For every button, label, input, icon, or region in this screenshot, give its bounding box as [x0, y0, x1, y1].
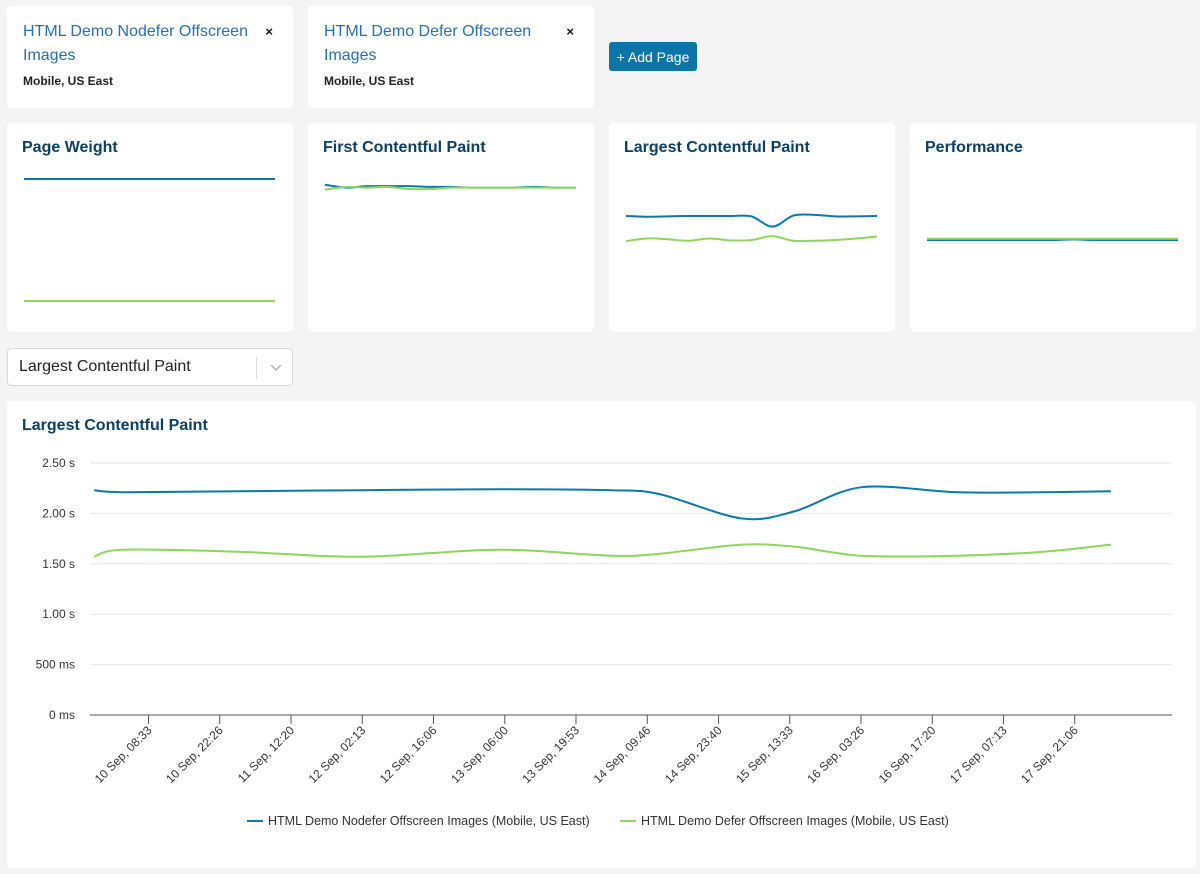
- page-location: Mobile, US East: [23, 74, 114, 88]
- data-point[interactable]: [788, 505, 800, 517]
- x-tick-label: 13 Sep, 06:00: [448, 723, 511, 786]
- main-chart-card: Largest Contentful Paint 0 ms 500 ms 1.00 …: [7, 401, 1196, 868]
- data-point[interactable]: [88, 484, 100, 496]
- sparkline-chart: [324, 183, 577, 191]
- y-tick-label: 1.00 s: [42, 607, 75, 621]
- x-tick-label: 14 Sep, 23:40: [662, 723, 725, 786]
- page-card-nodefer: HTML Demo Nodefer Offscreen Images Mobil…: [7, 6, 293, 108]
- legend-item-1[interactable]: HTML Demo Nodefer Offscreen Images (Mobi…: [247, 814, 590, 828]
- data-point[interactable]: [1038, 546, 1050, 558]
- data-point[interactable]: [736, 539, 748, 551]
- data-point[interactable]: [232, 546, 244, 558]
- legend-label: HTML Demo Nodefer Offscreen Images (Mobi…: [268, 814, 590, 828]
- page-location: Mobile, US East: [324, 74, 415, 88]
- line-chart: 0 ms 500 ms 1.00 s 1.50 s 2.00 s 2.50 s 10 Sep…: [36, 456, 1172, 828]
- sparkline-chart: [625, 213, 878, 243]
- sparkline-card-page-weight[interactable]: Page Weight: [7, 123, 293, 331]
- chevron-down-icon[interactable]: [266, 357, 286, 377]
- data-point[interactable]: [88, 551, 100, 563]
- data-point[interactable]: [788, 541, 800, 553]
- x-tick-label: 14 Sep, 09:46: [591, 723, 654, 786]
- data-point[interactable]: [491, 483, 503, 495]
- select-divider: [256, 357, 257, 379]
- data-point[interactable]: [654, 548, 666, 560]
- y-tick-label: 500 ms: [36, 658, 75, 672]
- x-tick-label: 10 Sep, 22:26: [163, 723, 226, 786]
- x-tick-label: 12 Sep, 16:06: [377, 723, 440, 786]
- data-point[interactable]: [117, 544, 129, 556]
- x-tick-label: 16 Sep, 03:26: [804, 723, 867, 786]
- data-point[interactable]: [491, 544, 503, 556]
- data-point[interactable]: [606, 550, 618, 562]
- data-point[interactable]: [856, 550, 868, 562]
- data-point[interactable]: [356, 484, 368, 496]
- x-tick-label: 13 Sep, 19:53: [519, 723, 582, 786]
- sparkline-chart: [24, 178, 275, 302]
- data-point[interactable]: [232, 485, 244, 497]
- data-point[interactable]: [856, 481, 868, 493]
- sparkline-card-fcp[interactable]: First Contentful Paint: [308, 123, 594, 331]
- legend-label: HTML Demo Defer Offscreen Images (Mobile…: [641, 814, 949, 828]
- data-point[interactable]: [606, 484, 618, 496]
- data-point[interactable]: [1105, 539, 1117, 551]
- sparkline-chart: [927, 237, 1178, 242]
- x-tick-label: 10 Sep, 08:33: [92, 723, 155, 786]
- sparkline-card-performance[interactable]: Performance: [910, 123, 1196, 331]
- x-tick-label: 17 Sep, 21:06: [1018, 723, 1081, 786]
- close-icon[interactable]: ×: [566, 24, 574, 39]
- x-tick-label: 12 Sep, 02:13: [306, 723, 369, 786]
- x-tick-label: 15 Sep, 13:33: [733, 723, 796, 786]
- x-tick-label: 17 Sep, 07:13: [947, 723, 1010, 786]
- close-icon[interactable]: ×: [265, 24, 273, 39]
- y-tick-label: 2.50 s: [42, 456, 75, 470]
- y-tick-label: 2.00 s: [42, 506, 75, 520]
- add-page-button[interactable]: + Add Page: [609, 42, 697, 71]
- sparkline-card-lcp[interactable]: Largest Contentful Paint: [609, 123, 895, 331]
- data-point[interactable]: [654, 488, 666, 500]
- x-tick-label: 11 Sep, 12:20: [235, 723, 297, 785]
- y-tick-label: 1.50 s: [42, 557, 75, 571]
- page-title-link[interactable]: HTML Demo Defer Offscreen Images: [324, 20, 559, 68]
- data-point[interactable]: [1038, 486, 1050, 498]
- metric-select[interactable]: Largest Contentful Paint: [7, 348, 293, 386]
- data-point[interactable]: [1105, 485, 1117, 497]
- metric-select-value: Largest Contentful Paint: [19, 358, 191, 375]
- legend-item-2[interactable]: HTML Demo Defer Offscreen Images (Mobile…: [620, 814, 949, 828]
- data-point[interactable]: [952, 486, 964, 498]
- sparkline-series-2: [324, 185, 576, 191]
- data-point[interactable]: [117, 486, 129, 498]
- data-point[interactable]: [736, 512, 748, 524]
- page-card-defer: HTML Demo Defer Offscreen Images Mobile,…: [308, 6, 594, 108]
- sparkline-series-1: [625, 213, 878, 228]
- page-title-link[interactable]: HTML Demo Nodefer Offscreen Images: [23, 20, 258, 68]
- data-point[interactable]: [356, 551, 368, 563]
- data-point[interactable]: [952, 550, 964, 562]
- x-tick-label: 16 Sep, 17:20: [876, 723, 939, 786]
- sparkline-series-2: [625, 235, 878, 243]
- y-tick-label: 0 ms: [49, 708, 75, 722]
